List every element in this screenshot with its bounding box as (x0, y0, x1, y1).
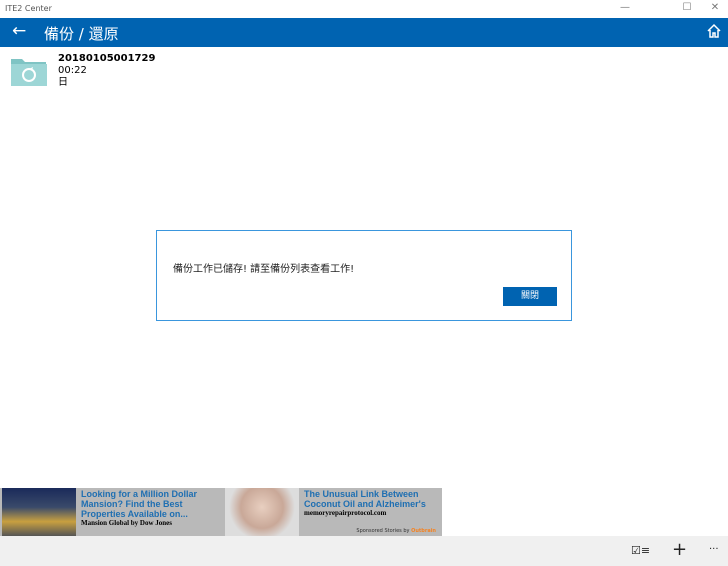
ad-item[interactable]: The Unusual Link Between Coconut Oil and… (224, 488, 442, 536)
window-title: ITE2 Center (5, 4, 52, 13)
backup-time: 00:22 (58, 65, 87, 76)
page-title: 備份 / 還原 (44, 25, 119, 43)
more-icon[interactable]: ··· (709, 544, 719, 555)
ad-source: Mansion Global by Dow Jones (81, 519, 173, 527)
backup-folder-icon (11, 59, 47, 86)
sponsor-label: Sponsored Stories by Outbrain (356, 528, 436, 534)
home-icon[interactable] (706, 23, 722, 39)
ad-source: memoryrepairprotocol.com (304, 509, 387, 517)
ad-image (225, 488, 299, 536)
ad-title[interactable]: Looking for a Million Dollar Mansion? Fi… (81, 489, 221, 519)
sponsor-brand: Outbrain (411, 528, 436, 534)
ad-image (2, 488, 76, 536)
sponsor-prefix: Sponsored Stories by (356, 528, 410, 534)
backup-name: 20180105001729 (58, 53, 156, 64)
dialog-close-button[interactable]: 關閉 (503, 287, 557, 306)
select-list-icon[interactable]: ☑≡ (631, 544, 650, 557)
back-arrow-icon[interactable]: ← (12, 21, 26, 41)
app-header: ← 備份 / 還原 (0, 18, 728, 47)
bottom-app-bar: ☑≡ + ··· (0, 536, 728, 566)
ad-item[interactable]: Looking for a Million Dollar Mansion? Fi… (0, 488, 224, 536)
message-dialog: 備份工作已儲存! 請至備份列表查看工作! 關閉 (156, 230, 572, 321)
maximize-button[interactable]: ☐ (672, 1, 702, 17)
ad-title[interactable]: The Unusual Link Between Coconut Oil and… (304, 489, 442, 509)
ad-banner[interactable]: Looking for a Million Dollar Mansion? Fi… (0, 488, 442, 536)
dialog-message: 備份工作已儲存! 請至備份列表查看工作! (173, 264, 355, 275)
backup-day: 日 (58, 77, 68, 88)
minimize-button[interactable]: — (610, 1, 640, 17)
window-title-bar: ITE2 Center — ☐ ✕ (0, 0, 728, 18)
add-icon[interactable]: + (672, 539, 687, 560)
close-window-button[interactable]: ✕ (700, 1, 728, 17)
